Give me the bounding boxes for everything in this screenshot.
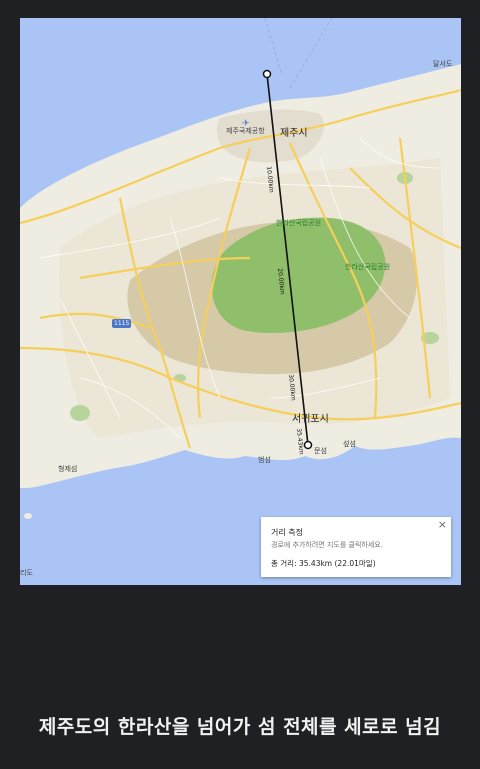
label-beom-island: 범섬 [258, 456, 271, 464]
measure-title: 거리 측정 [271, 528, 303, 537]
map-view[interactable]: ✈ 제주국제공항 제주시 한라산국립공원 한라산국립공원 서귀포시 형제섬 범섬… [20, 18, 461, 585]
close-icon[interactable]: × [438, 519, 447, 530]
label-jeju-airport: 제주국제공항 [226, 127, 265, 135]
label-left-edge: 리도 [20, 569, 33, 577]
map-canvas[interactable]: ✈ [20, 18, 461, 585]
label-moon-island: 문섬 [314, 447, 327, 455]
measure-end-point[interactable] [303, 440, 313, 450]
green-patch [70, 405, 90, 421]
highway-badge: 1115 [112, 319, 132, 328]
label-hallasan-park-2: 한라산국립공원 [345, 263, 391, 271]
label-dalsseom: 달서도 [433, 60, 453, 68]
label-hyeongje-island: 형제섬 [58, 465, 78, 473]
measure-start-point[interactable] [262, 69, 272, 79]
video-caption: 제주도의 한라산을 넘어가 섬 전체를 세로로 넘김 [38, 716, 442, 738]
distance-measure-panel: 거리 측정 경로에 추가하려면 지도를 클릭하세요. 총 거리: 35.43km… [261, 517, 451, 577]
label-seop-island: 섶섬 [343, 440, 356, 448]
hyeongje-island-shape [63, 448, 71, 454]
label-hallasan-park-1: 한라산국립공원 [276, 219, 322, 227]
label-seogwipo: 서귀포시 [292, 414, 329, 425]
measure-total-distance: 총 거리: 35.43km (22.01마일) [271, 559, 376, 568]
islet-shape [24, 513, 32, 519]
measure-hint: 경로에 추가하려면 지도를 클릭하세요. [271, 541, 383, 549]
label-jeju-city: 제주시 [280, 128, 308, 139]
